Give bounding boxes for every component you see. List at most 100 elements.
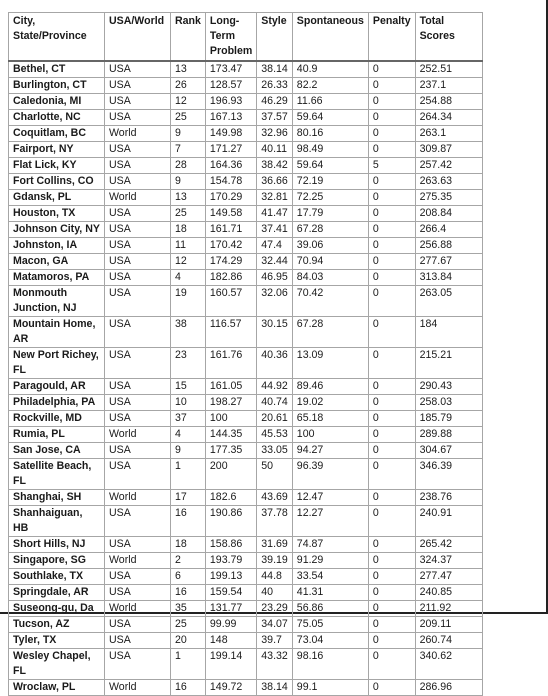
cell-city: Johnson City, NY [8, 221, 105, 238]
header-row: City, State/Province USA/World Rank Long-Te… [8, 12, 483, 62]
cell-style: 33.05 [256, 442, 293, 459]
cell-city: Satellite Beach, FL [8, 458, 105, 490]
cell-rank: 13 [170, 189, 206, 206]
cell-total-score: 256.88 [414, 237, 483, 254]
cell-spontaneous: 70.94 [291, 253, 369, 270]
table-row: Suseong-gu, Da World 35 131.77 23.29 56.86 0 21… [8, 600, 483, 617]
cell-city: San Jose, CA [8, 442, 105, 459]
table-row: Johnston, IA USA 11 170.42 47.4 39.06 0 256.88 [8, 237, 483, 254]
cell-total-score: 237.1 [414, 77, 483, 94]
cell-penalty: 0 [367, 141, 416, 158]
scores-table: City, State/Province USA/World Rank Long-Te… [8, 12, 483, 696]
cell-penalty: 0 [367, 584, 416, 601]
cell-total-score: 324.37 [414, 552, 483, 569]
cell-spontaneous: 33.54 [291, 568, 369, 585]
cell-spontaneous: 94.27 [291, 442, 369, 459]
table-row: Houston, TX USA 25 149.58 41.47 17.79 0 208.84 [8, 205, 483, 222]
cell-rank: 2 [170, 552, 206, 569]
table-row: Coquitlam, BC World 9 149.98 32.96 80.16 0 263.… [8, 125, 483, 142]
cell-penalty: 0 [367, 285, 416, 317]
cell-total-score: 240.91 [414, 505, 483, 537]
cell-total-score: 346.39 [414, 458, 483, 490]
cell-rank: 38 [170, 316, 206, 348]
cell-spontaneous: 89.46 [291, 378, 369, 395]
cell-spontaneous: 41.31 [291, 584, 369, 601]
cell-style: 44.92 [256, 378, 293, 395]
cell-style: 34.07 [256, 616, 293, 633]
cell-style: 44.8 [256, 568, 293, 585]
cell-spontaneous: 72.25 [291, 189, 369, 206]
cell-usa-world: USA [104, 632, 171, 649]
cell-usa-world: USA [104, 221, 171, 238]
cell-spontaneous: 100 [291, 426, 369, 443]
cell-total-score: 240.85 [414, 584, 483, 601]
cell-long-term-problem: 170.42 [204, 237, 258, 254]
cell-city: Singapore, SG [8, 552, 105, 569]
cell-spontaneous: 84.03 [291, 269, 369, 286]
cell-rank: 16 [170, 505, 206, 537]
cell-style: 26.33 [256, 77, 293, 94]
cell-rank: 9 [170, 442, 206, 459]
cell-rank: 25 [170, 205, 206, 222]
cell-penalty: 0 [367, 347, 416, 379]
cell-style: 41.47 [256, 205, 293, 222]
cell-long-term-problem: 99.99 [204, 616, 258, 633]
cell-usa-world: USA [104, 505, 171, 537]
cell-style: 43.69 [256, 489, 293, 506]
cell-long-term-problem: 149.72 [204, 679, 258, 696]
table-row: Monmouth Junction, NJ USA 19 160.57 32.06 70.… [8, 285, 483, 317]
table-row: Johnson City, NY USA 18 161.71 37.41 67.28 0 26… [8, 221, 483, 238]
cell-long-term-problem: 177.35 [204, 442, 258, 459]
cell-rank: 13 [170, 60, 206, 78]
cell-long-term-problem: 161.71 [204, 221, 258, 238]
cell-usa-world: USA [104, 269, 171, 286]
cell-city: Bethel, CT [8, 60, 105, 78]
cell-city: Shanhaiguan, HB [8, 505, 105, 537]
cell-penalty: 0 [367, 316, 416, 348]
table-body: Bethel, CT USA 13 173.47 38.14 40.9 0 252.51 Bur… [8, 60, 483, 696]
cell-rank: 16 [170, 584, 206, 601]
cell-rank: 28 [170, 157, 206, 174]
cell-spontaneous: 12.27 [291, 505, 369, 537]
cell-spontaneous: 73.04 [291, 632, 369, 649]
table-row: Burlington, CT USA 26 128.57 26.33 82.2 0 237.1 [8, 77, 483, 94]
column-header-total-score: Total Scores [414, 12, 483, 62]
cell-style: 40 [256, 584, 293, 601]
cell-total-score: 257.42 [414, 157, 483, 174]
cell-style: 37.57 [256, 109, 293, 126]
cell-style: 23.29 [256, 600, 293, 617]
cell-style: 20.61 [256, 410, 293, 427]
table-row: Charlotte, NC USA 25 167.13 37.57 59.64 0 264.3… [8, 109, 483, 126]
cell-style: 39.19 [256, 552, 293, 569]
cell-total-score: 266.4 [414, 221, 483, 238]
cell-penalty: 0 [367, 568, 416, 585]
cell-total-score: 304.67 [414, 442, 483, 459]
cell-style: 40.36 [256, 347, 293, 379]
cell-usa-world: World [104, 600, 171, 617]
table-row: Matamoros, PA USA 4 182.86 46.95 84.03 0 313.84 [8, 269, 483, 286]
table-row: Paragould, AR USA 15 161.05 44.92 89.46 0 290.4… [8, 378, 483, 395]
cell-penalty: 0 [367, 505, 416, 537]
cell-rank: 37 [170, 410, 206, 427]
cell-spontaneous: 67.28 [291, 316, 369, 348]
cell-city: Charlotte, NC [8, 109, 105, 126]
cell-penalty: 0 [367, 189, 416, 206]
cell-city: Caledonia, MI [8, 93, 105, 110]
cell-city: Flat Lick, KY [8, 157, 105, 174]
cell-long-term-problem: 171.27 [204, 141, 258, 158]
cell-total-score: 263.05 [414, 285, 483, 317]
cell-long-term-problem: 182.86 [204, 269, 258, 286]
cell-usa-world: USA [104, 77, 171, 94]
cell-spontaneous: 91.29 [291, 552, 369, 569]
cell-usa-world: USA [104, 378, 171, 395]
cell-penalty: 0 [367, 552, 416, 569]
cell-spontaneous: 80.16 [291, 125, 369, 142]
cell-rank: 26 [170, 77, 206, 94]
cell-city: Shanghai, SH [8, 489, 105, 506]
cell-style: 43.32 [256, 648, 293, 680]
cell-long-term-problem: 199.14 [204, 648, 258, 680]
cell-rank: 18 [170, 536, 206, 553]
cell-usa-world: USA [104, 616, 171, 633]
column-header-style: Style [256, 12, 293, 62]
cell-long-term-problem: 160.57 [204, 285, 258, 317]
